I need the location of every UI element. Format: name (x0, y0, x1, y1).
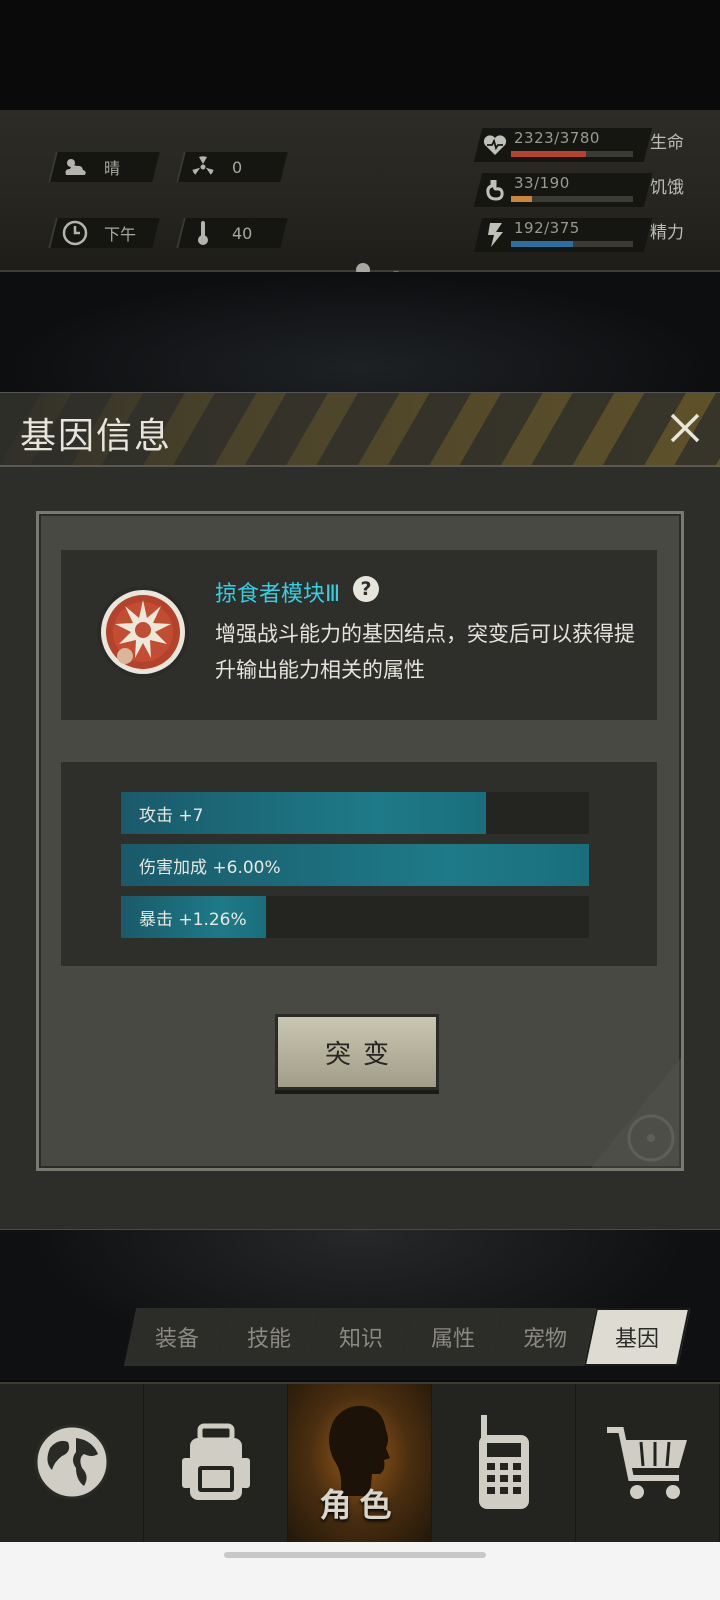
bottom-nav: 角色 (0, 1382, 720, 1542)
tab-genes[interactable]: 基因 (583, 1308, 691, 1366)
dialog-panel: 掠食者模块Ⅲ ? 增强战斗能力的基因结点，突变后可以获得提升输出能力相关的属性 … (36, 511, 684, 1171)
nav-character-label: 角色 (319, 1486, 400, 1524)
nav-radio[interactable] (432, 1384, 576, 1542)
nav-shop[interactable] (576, 1384, 720, 1542)
stat-label: 暴击 +1.26% (139, 910, 247, 930)
dialog-header: 基因信息 (0, 393, 720, 467)
gene-description: 增强战斗能力的基因结点，突变后可以获得提升输出能力相关的属性 (215, 622, 635, 682)
time-label: 下午 (104, 225, 137, 244)
status-bar: 晴 0 下午 40 2323/3780 生命 33/190 饥饿 192/375… (0, 110, 720, 356)
stat-row-attack: 攻击 +7 (121, 792, 589, 834)
clock-icon (62, 220, 88, 246)
tab-knowledge[interactable]: 知识 (307, 1308, 415, 1366)
nav-world[interactable] (0, 1384, 144, 1542)
stat-label: 伤害加成 +6.00% (139, 858, 281, 878)
character-sub-tabs: 装备 技能 知识 属性 宠物 基因 (123, 1308, 691, 1366)
gene-info-dialog: 基因信息 掠食者模块Ⅲ ? 增强战斗能力的基因结点，突变后可以获得提升输出能力相… (0, 392, 720, 1230)
stomach-icon (482, 177, 508, 203)
radiation-chip: 0 (176, 152, 288, 182)
mutate-button[interactable]: 突变 (275, 1014, 439, 1090)
system-nav-area (0, 1542, 720, 1600)
heart-icon (482, 132, 508, 158)
health-bar-fill (511, 151, 586, 157)
gene-module-icon (95, 574, 191, 690)
vital-hunger: 33/190 饥饿 (473, 173, 708, 207)
stat-row-damage-bonus: 伤害加成 +6.00% (121, 844, 589, 886)
hunger-value: 33/190 (514, 174, 570, 192)
stat-row-crit: 暴击 +1.26% (121, 896, 589, 938)
hunger-label: 饥饿 (650, 178, 684, 198)
backpack-icon (181, 1423, 250, 1500)
tab-pets[interactable]: 宠物 (491, 1308, 599, 1366)
stat-label: 攻击 +7 (139, 806, 204, 826)
energy-label: 精力 (650, 223, 684, 243)
tab-attributes[interactable]: 属性 (399, 1308, 507, 1366)
radiation-watermark-icon (591, 1058, 681, 1168)
dialog-title: 基因信息 (20, 416, 173, 457)
cart-icon (606, 1427, 687, 1499)
energy-value: 192/375 (514, 219, 580, 237)
gene-stats-box: 攻击 +7 伤害加成 +6.00% 暴击 +1.26% (61, 762, 657, 966)
close-button[interactable] (664, 407, 706, 449)
walkie-talkie-icon (478, 1415, 529, 1509)
home-indicator[interactable] (224, 1552, 486, 1558)
nav-backpack[interactable] (144, 1384, 288, 1542)
vital-health: 2323/3780 生命 (473, 128, 708, 162)
energy-bar-fill (511, 241, 574, 247)
hunger-bar-fill (511, 196, 533, 202)
help-icon[interactable]: ? (353, 576, 379, 602)
cloud-sun-icon (62, 154, 88, 180)
tab-skills[interactable]: 技能 (215, 1308, 323, 1366)
weather-chip: 晴 (48, 152, 160, 182)
energy-icon (482, 222, 508, 248)
time-chip: 下午 (48, 218, 160, 248)
health-value: 2323/3780 (514, 129, 600, 147)
globe-icon (34, 1424, 109, 1500)
scene-background (0, 272, 720, 392)
temperature-value: 40 (232, 223, 253, 243)
vital-energy: 192/375 精力 (473, 218, 708, 252)
weather-label: 晴 (104, 159, 121, 178)
nav-character[interactable]: 角色 (288, 1384, 432, 1542)
gene-name: 掠食者模块Ⅲ (215, 582, 341, 607)
temperature-chip: 40 (176, 218, 288, 248)
radiation-icon (190, 154, 216, 180)
close-icon (670, 413, 700, 443)
radiation-value: 0 (232, 157, 243, 177)
tab-equipment[interactable]: 装备 (123, 1308, 231, 1366)
gene-info-box: 掠食者模块Ⅲ ? 增强战斗能力的基因结点，突变后可以获得提升输出能力相关的属性 (61, 550, 657, 720)
health-label: 生命 (650, 133, 684, 153)
thermometer-icon (190, 220, 216, 246)
